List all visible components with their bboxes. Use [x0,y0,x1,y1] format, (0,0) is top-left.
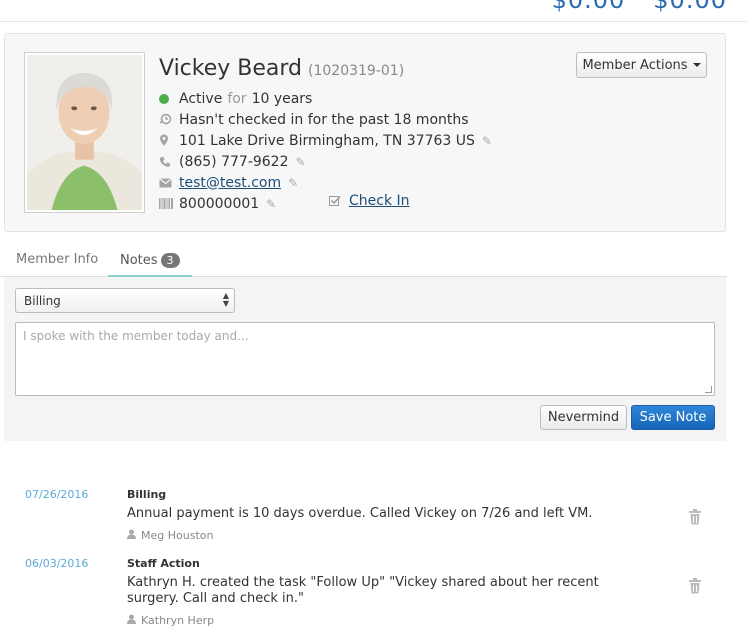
top-summary-strip: $0.00 $0.00 [0,0,747,22]
checkin-action: Check In [329,193,410,209]
member-photo-image [27,55,142,210]
edit-phone-pencil-icon[interactable]: ✎ [296,155,306,169]
status-dot-icon [159,93,179,104]
edit-barcode-pencil-icon[interactable]: ✎ [266,197,276,211]
barcode-row: 800000001 ✎ Check In [159,193,492,214]
address-text: 101 Lake Drive Birmingham, TN 37763 US [179,132,475,149]
barcode-icon [159,198,179,209]
member-name-row: Vickey Beard (1020319-01) [159,56,404,81]
phone-row: (865) 777-9622 ✎ [159,151,492,172]
phone-icon [159,156,179,168]
edit-address-pencil-icon[interactable]: ✎ [482,134,492,148]
member-card: Vickey Beard (1020319-01) Member Actions … [4,33,726,232]
note-author: Kathryn Herp [127,614,214,627]
save-note-button[interactable]: Save Note [631,405,715,430]
member-actions-label: Member Actions [582,57,688,73]
new-note-form: Billing ▲ ▼ I spoke with the member today… [4,277,726,441]
note-textarea-placeholder: I spoke with the member today and... [23,329,249,343]
status-duration: 10 years [251,90,313,107]
checkin-notice-row: Hasn't checked in for the past 18 months [159,109,492,130]
note-author: Meg Houston [127,529,213,542]
member-name: Vickey Beard [159,56,303,81]
note-author-name: Kathryn Herp [141,614,215,627]
checkin-notice-text: Hasn't checked in for the past 18 months [179,111,469,128]
checkbox-checked-icon [329,195,349,207]
note-date: 07/26/2016 [25,488,89,501]
amount-right: $0.00 [653,0,727,14]
tab-member-info[interactable]: Member Info [16,252,98,267]
member-tabs: Member Info Notes 3 [0,244,727,277]
trash-icon[interactable] [688,509,702,525]
map-pin-icon [159,134,179,147]
check-in-link[interactable]: Check In [349,193,410,209]
resize-handle-icon[interactable] [705,386,712,393]
select-arrows-icon: ▲ ▼ [222,291,229,308]
address-row: 101 Lake Drive Birmingham, TN 37763 US ✎ [159,130,492,151]
note-text: Annual payment is 10 days overdue. Calle… [127,506,593,521]
member-info-list: Active for 10 years Hasn't checked in fo… [159,88,492,214]
note-date: 06/03/2016 [25,557,89,570]
member-actions-button[interactable]: Member Actions [576,52,707,78]
status-row: Active for 10 years [159,88,492,109]
note-category-select[interactable]: Billing ▲ ▼ [15,288,235,313]
status-text: Active [179,90,223,107]
balance-amounts: $0.00 $0.00 [524,0,727,14]
caret-down-icon [692,63,701,67]
note-text: Kathryn H. created the task "Follow Up" … [127,575,599,606]
member-id: (1020319-01) [308,63,405,79]
tab-member-info-label: Member Info [16,252,99,267]
note-category: Billing [127,488,167,501]
barcode-text: 800000001 [179,195,260,212]
member-photo [24,52,145,213]
tab-notes[interactable]: Notes 3 [108,244,192,277]
note-textarea[interactable]: I spoke with the member today and... [15,322,715,396]
envelope-icon [159,177,179,188]
notes-count-badge: 3 [160,253,180,268]
edit-email-pencil-icon[interactable]: ✎ [288,176,298,190]
person-icon [127,529,136,542]
tab-notes-label: Notes [120,253,158,268]
note-category: Staff Action [127,557,200,570]
email-row: test@test.com ✎ [159,172,492,193]
phone-text: (865) 777-9622 [179,153,289,170]
amount-left: $0.00 [551,0,626,14]
trash-icon[interactable] [688,578,702,594]
email-link[interactable]: test@test.com [179,175,281,191]
person-icon [127,614,136,627]
checkin-history-icon [159,113,179,126]
note-category-value: Billing [24,294,61,308]
nevermind-button[interactable]: Nevermind [540,405,627,430]
status-for: for [227,90,247,107]
note-author-name: Meg Houston [141,529,214,542]
